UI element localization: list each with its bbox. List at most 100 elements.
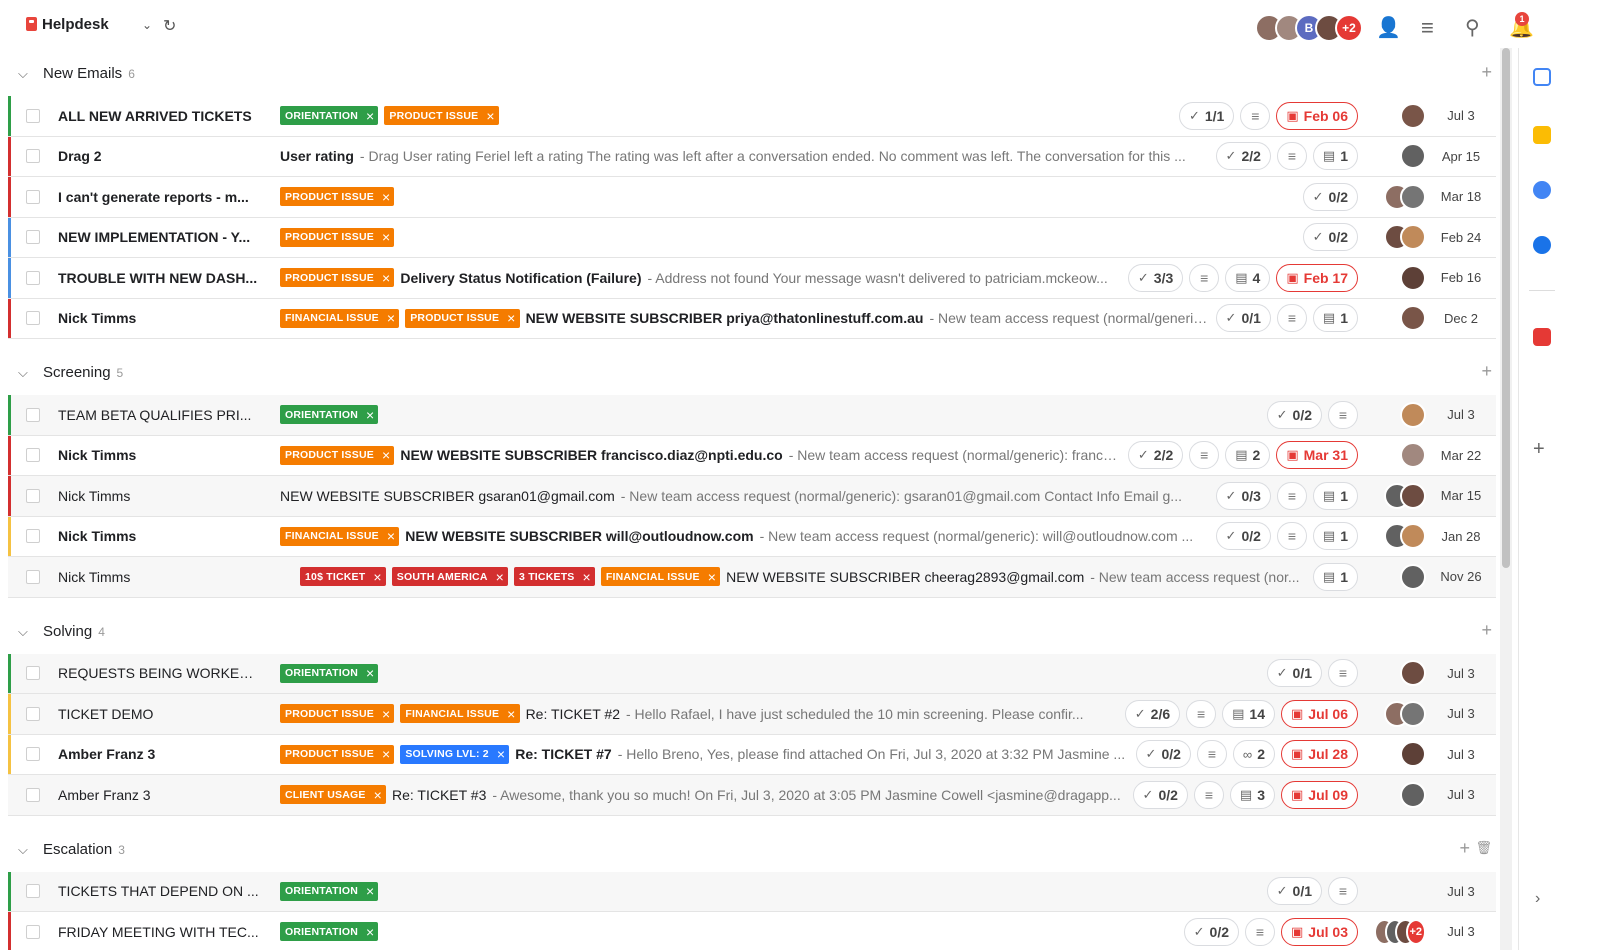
assignee-avatar[interactable]	[1400, 700, 1426, 727]
comments-pill[interactable]: ▤ 3	[1229, 780, 1275, 809]
checklist-pill[interactable]: ✓ 0/2	[1266, 400, 1322, 429]
notes-icon[interactable]: ≡	[1276, 481, 1307, 510]
close-icon[interactable]: ×	[382, 447, 390, 463]
ticket-title[interactable]: Amber Franz 3	[58, 746, 263, 762]
tag-label[interactable]: ORIENTATION ×	[280, 922, 379, 942]
close-icon[interactable]: ×	[708, 569, 716, 585]
notes-icon[interactable]: ≡	[1189, 441, 1220, 470]
add-person-icon[interactable]: 👤	[1376, 15, 1401, 40]
assignee-avatar[interactable]	[1400, 305, 1426, 332]
notes-icon[interactable]: ≡	[1193, 780, 1224, 809]
trash-icon[interactable]: 🗑	[1475, 840, 1492, 856]
ticket-row[interactable]: TEAM BETA QUALIFIES PRI... ORIENTATION × ✓ 0…	[8, 395, 1496, 436]
ticket-title[interactable]: Nick Timms	[58, 488, 263, 504]
comments-pill[interactable]: ▤ 1	[1312, 481, 1358, 510]
ticket-row[interactable]: ALL NEW ARRIVED TICKETS ORIENTATION × PRODU…	[8, 96, 1496, 137]
tag-label[interactable]: PRODUCT ISSUE ×	[280, 445, 395, 465]
close-icon[interactable]: ×	[507, 310, 515, 326]
tag-label[interactable]: 10$ TICKET ×	[300, 567, 386, 587]
ticket-title[interactable]: Nick Timms	[58, 310, 263, 326]
tag-label[interactable]: CLIENT USAGE ×	[280, 785, 386, 805]
tag-label[interactable]: PRODUCT ISSUE ×	[280, 744, 395, 764]
refresh-icon[interactable]: ↻	[163, 16, 176, 36]
close-icon[interactable]: ×	[382, 270, 390, 286]
ticket-title[interactable]: TICKET DEMO	[58, 706, 263, 722]
tag-label[interactable]: PRODUCT ISSUE ×	[280, 187, 395, 207]
assignee-avatar[interactable]	[1400, 781, 1426, 808]
chevron-down-icon[interactable]: ⌵	[18, 365, 28, 381]
email-subject[interactable]: NEW WEBSITE SUBSCRIBER priya@thatonlines…	[526, 310, 924, 326]
checklist-pill[interactable]: ✓ 0/3	[1215, 481, 1271, 510]
links-pill[interactable]: ∞ 2	[1232, 740, 1275, 769]
notes-icon[interactable]: ≡	[1328, 400, 1358, 429]
comments-pill[interactable]: ▤ 1	[1312, 522, 1358, 551]
close-icon[interactable]: ×	[486, 108, 494, 124]
close-icon[interactable]: ×	[366, 407, 374, 423]
notes-icon[interactable]: ≡	[1196, 740, 1227, 769]
assignee-avatar[interactable]	[1400, 183, 1426, 210]
comments-pill[interactable]: ▤ 4	[1225, 263, 1271, 292]
assignee-avatars[interactable]	[1374, 741, 1426, 768]
notes-icon[interactable]: ≡	[1189, 263, 1220, 292]
ticket-title[interactable]: Nick Timms	[58, 447, 263, 463]
checklist-pill[interactable]: ✓ 0/2	[1215, 522, 1271, 551]
row-checkbox[interactable]	[26, 149, 40, 164]
ticket-row[interactable]: Nick Timms FINANCIAL ISSUE × NEW WEBSITE SU…	[8, 516, 1496, 557]
add-ticket-icon[interactable]: +	[1481, 620, 1492, 641]
calendar-icon[interactable]	[1533, 68, 1551, 86]
email-subject[interactable]: NEW WEBSITE SUBSCRIBER cheerag2893@gmail…	[726, 569, 1084, 585]
ticket-row[interactable]: Amber Franz 3 CLIENT USAGE × Re: TICKET #3-…	[8, 775, 1496, 816]
row-checkbox[interactable]	[26, 666, 40, 681]
ticket-title[interactable]: Nick Timms	[58, 528, 263, 544]
close-icon[interactable]: ×	[382, 706, 390, 722]
close-icon[interactable]: ×	[373, 569, 381, 585]
comments-pill[interactable]: ▤ 1	[1312, 304, 1358, 333]
assignee-avatars[interactable]	[1374, 224, 1426, 251]
keep-icon[interactable]	[1533, 126, 1551, 144]
tag-label[interactable]: PRODUCT ISSUE ×	[280, 227, 395, 247]
comments-pill[interactable]: ▤ 2	[1225, 441, 1271, 470]
checklist-pill[interactable]: ✓ 0/2	[1132, 780, 1188, 809]
close-icon[interactable]: ×	[497, 746, 505, 762]
due-date-pill[interactable]: ▣ Feb 06	[1276, 101, 1358, 130]
row-checkbox[interactable]	[26, 108, 40, 123]
close-icon[interactable]: ×	[387, 310, 395, 326]
ticket-row[interactable]: NEW IMPLEMENTATION - Y... PRODUCT ISSUE × ✓…	[8, 217, 1496, 258]
close-icon[interactable]: ×	[496, 569, 504, 585]
row-checkbox[interactable]	[26, 270, 40, 285]
comments-pill[interactable]: ▤ 1	[1312, 562, 1358, 591]
assignee-avatars[interactable]	[1374, 442, 1426, 469]
notes-icon[interactable]: ≡	[1276, 522, 1307, 551]
assignee-avatar[interactable]	[1400, 523, 1426, 550]
assignee-avatars[interactable]	[1374, 305, 1426, 332]
ticket-row[interactable]: FRIDAY MEETING WITH TEC... ORIENTATION × ✓ 0…	[8, 912, 1496, 950]
ticket-title[interactable]: REQUESTS BEING WORKED ...	[58, 665, 263, 681]
checklist-pill[interactable]: ✓ 2/2	[1127, 441, 1184, 470]
ticket-title[interactable]: Drag 2	[58, 148, 263, 164]
email-subject[interactable]: NEW WEBSITE SUBSCRIBER francisco.diaz@np…	[400, 447, 782, 463]
tasks-icon[interactable]	[1533, 181, 1551, 199]
ticket-row[interactable]: TICKETS THAT DEPEND ON ... ORIENTATION × ✓ 0…	[8, 871, 1496, 912]
tag-label[interactable]: SOLVING LVL: 2 ×	[400, 744, 510, 764]
app-title[interactable]: Helpdesk	[42, 16, 109, 33]
ticket-row[interactable]: Nick Timms 10$ TICKET × SOUTH AMERICA × 3 TIC…	[8, 557, 1496, 598]
due-date-pill[interactable]: ▣ Jul 03	[1281, 917, 1358, 946]
notes-icon[interactable]: ≡	[1276, 142, 1307, 171]
add-addon-icon[interactable]: +	[1533, 438, 1545, 461]
checklist-pill[interactable]: ✓ 0/1	[1266, 877, 1322, 906]
notes-icon[interactable]: ≡	[1276, 304, 1307, 333]
due-date-pill[interactable]: ▣ Mar 31	[1276, 441, 1358, 470]
due-date-pill[interactable]: ▣ Jul 28	[1281, 740, 1358, 769]
ticket-title[interactable]: Amber Franz 3	[58, 787, 263, 803]
assignee-avatar[interactable]	[1400, 442, 1426, 469]
group-name[interactable]: Solving 4	[43, 623, 105, 640]
ticket-row[interactable]: I can't generate reports - m... PRODUCT I…	[8, 177, 1496, 218]
chevron-down-icon[interactable]: ⌵	[18, 624, 28, 640]
tag-label[interactable]: ORIENTATION ×	[280, 881, 379, 901]
contacts-icon[interactable]	[1533, 236, 1551, 254]
row-checkbox[interactable]	[26, 569, 40, 584]
ticket-title[interactable]: FRIDAY MEETING WITH TEC...	[58, 924, 263, 940]
ticket-title[interactable]: TROUBLE WITH NEW DASH...	[58, 270, 263, 286]
ticket-row[interactable]: Amber Franz 3 PRODUCT ISSUE × SOLVING LVL: …	[8, 734, 1496, 775]
email-subject[interactable]: Re: TICKET #7	[515, 746, 611, 762]
